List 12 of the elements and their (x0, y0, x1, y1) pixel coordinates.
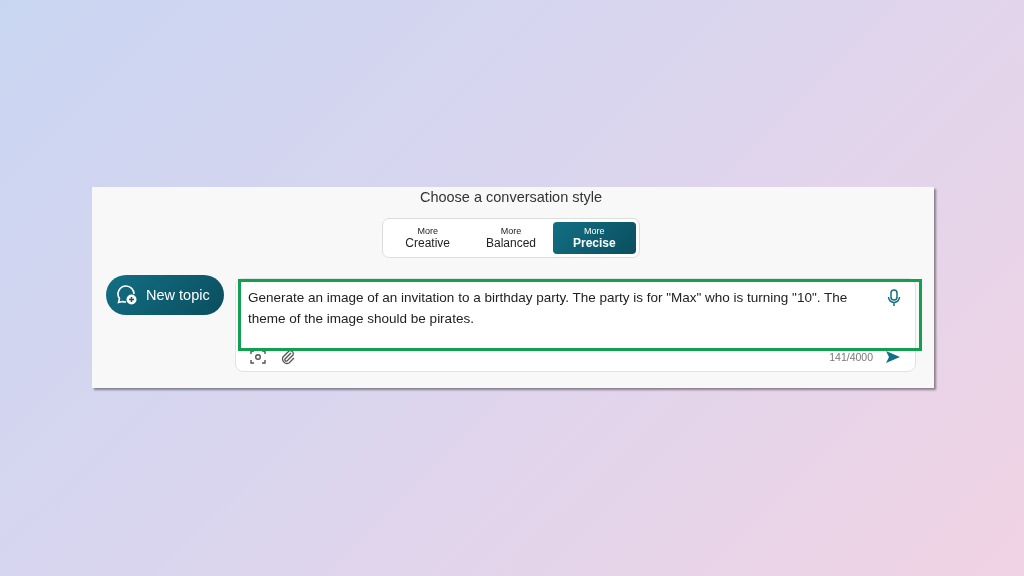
chat-add-icon (116, 284, 138, 306)
send-icon[interactable] (885, 350, 901, 364)
style-option[interactable]: More Creative (386, 222, 470, 254)
style-title: Choose a conversation style (419, 189, 603, 205)
new-topic-button[interactable]: New topic (106, 275, 224, 315)
style-option[interactable]: More Balanced (469, 222, 553, 254)
visual-search-icon[interactable] (250, 349, 266, 365)
paperclip-icon[interactable] (280, 349, 296, 365)
character-counter: 141/4000 (829, 351, 873, 363)
microphone-icon[interactable] (887, 289, 901, 307)
style-option[interactable]: More Precise (552, 222, 636, 254)
message-text: Generate an image of an invitation to a birthday party. The party is for "Max" who is turning "10". The theme of the image should be pirates. (248, 289, 849, 328)
